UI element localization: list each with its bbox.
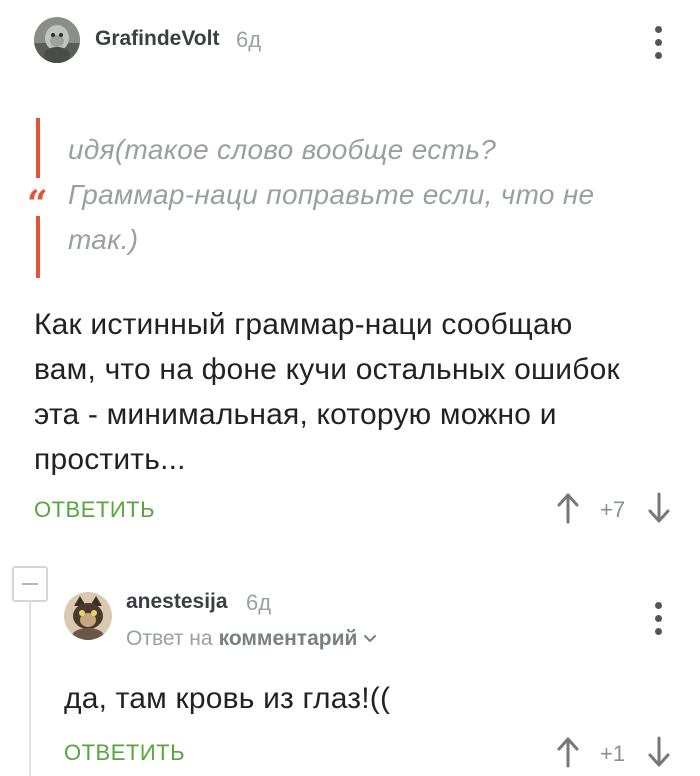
- more-vertical-icon[interactable]: [648, 26, 668, 59]
- collapse-thread-button[interactable]: [12, 566, 48, 602]
- vote-score: +7: [600, 497, 626, 522]
- comment-line: Как истинный граммар-наци сообщаю: [34, 308, 573, 341]
- quoted-text: идя(такое слово вообще есть? Граммар-нац…: [68, 127, 668, 262]
- comment-text: да, там кровь из глаз!((: [64, 682, 391, 715]
- comment-line: простить...: [34, 443, 186, 476]
- arrow-up-icon[interactable]: [557, 492, 579, 524]
- reply-button[interactable]: ОТВЕТИТЬ: [34, 497, 155, 523]
- thread-line: [29, 602, 31, 776]
- quote-bar-bottom: [36, 216, 40, 278]
- quote-line: идя(такое слово вообще есть?: [68, 134, 497, 165]
- avatar-image: [64, 592, 112, 640]
- avatar[interactable]: [34, 17, 80, 63]
- username[interactable]: anestesija: [126, 590, 228, 614]
- quote-line: Граммар-наци поправьте если, что не: [68, 179, 595, 210]
- chevron-down-icon: [364, 635, 377, 643]
- comment-text: Как истинный граммар-наци сообщаю вам, ч…: [34, 302, 674, 482]
- quote-bar-top: [36, 118, 40, 178]
- more-vertical-icon[interactable]: [648, 602, 668, 635]
- timestamp: 6д: [236, 27, 262, 52]
- username[interactable]: GrafindeVolt: [95, 27, 219, 51]
- vote-score: +1: [600, 741, 626, 766]
- reply-to-target: комментарий: [218, 627, 358, 650]
- comment-line: вам, что на фоне кучи остальных ошибок: [34, 353, 620, 386]
- timestamp: 6д: [246, 590, 272, 615]
- avatar-image: [34, 17, 80, 63]
- comment-line: эта - минимальная, которую можно и: [34, 398, 557, 431]
- avatar[interactable]: [64, 592, 112, 640]
- reply-to-link[interactable]: Ответ на комментарий: [126, 627, 377, 651]
- quote-line: так.): [68, 224, 139, 255]
- arrow-up-icon[interactable]: [557, 736, 579, 768]
- arrow-down-icon[interactable]: [648, 492, 670, 524]
- minus-icon: [22, 583, 38, 585]
- reply-button[interactable]: ОТВЕТИТЬ: [64, 740, 185, 766]
- reply-to-prefix: Ответ на: [126, 627, 213, 650]
- arrow-down-icon[interactable]: [648, 736, 670, 768]
